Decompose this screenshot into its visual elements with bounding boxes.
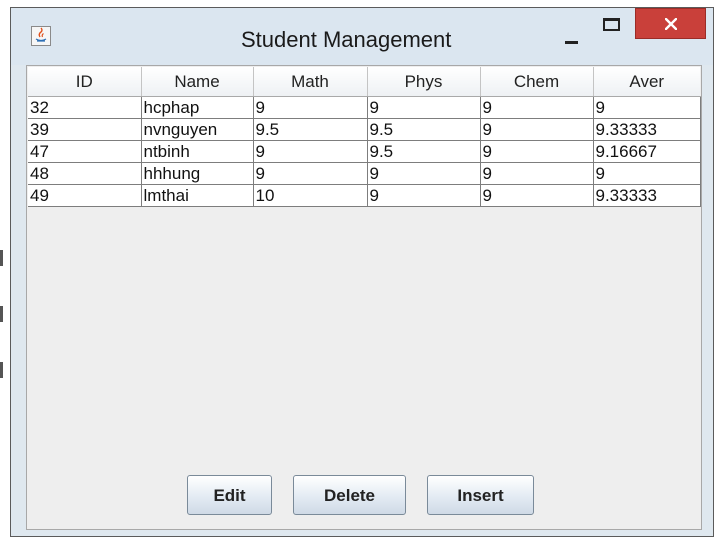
student-table[interactable]: ID Name Math Phys Chem Aver 32 hcphap 9 … <box>28 67 701 207</box>
cell-math[interactable]: 9.5 <box>253 118 368 141</box>
column-header-name[interactable]: Name <box>141 67 254 97</box>
cell-aver[interactable]: 9.33333 <box>593 118 701 141</box>
cell-phys[interactable]: 9.5 <box>367 140 481 163</box>
table-scroll-area[interactable]: ID Name Math Phys Chem Aver 32 hcphap 9 … <box>28 67 701 460</box>
cell-chem[interactable]: 9 <box>480 118 594 141</box>
cell-name[interactable]: ntbinh <box>141 140 254 163</box>
cell-name[interactable]: hcphap <box>141 96 254 119</box>
table-row[interactable]: 32 hcphap 9 9 9 9 <box>28 96 701 119</box>
insert-button[interactable]: Insert <box>427 475 534 515</box>
cell-phys[interactable]: 9.5 <box>367 118 481 141</box>
cell-phys[interactable]: 9 <box>367 184 481 207</box>
column-header-phys[interactable]: Phys <box>367 67 481 97</box>
cell-id[interactable]: 49 <box>28 184 142 207</box>
close-icon <box>665 18 677 30</box>
minimize-button[interactable] <box>557 22 587 48</box>
cell-phys[interactable]: 9 <box>367 162 481 185</box>
table-header-row: ID Name Math Phys Chem Aver <box>28 67 700 97</box>
cell-name[interactable]: hhhung <box>141 162 254 185</box>
cell-name[interactable]: nvnguyen <box>141 118 254 141</box>
cell-id[interactable]: 39 <box>28 118 142 141</box>
close-button[interactable] <box>635 8 706 39</box>
content-panel: ID Name Math Phys Chem Aver 32 hcphap 9 … <box>26 65 702 530</box>
table-row[interactable]: 48 hhhung 9 9 9 9 <box>28 162 701 185</box>
cell-aver[interactable]: 9.33333 <box>593 184 701 207</box>
cell-math[interactable]: 9 <box>253 140 368 163</box>
button-bar: Edit Delete Insert <box>27 475 701 515</box>
column-header-chem[interactable]: Chem <box>480 67 594 97</box>
column-header-id[interactable]: ID <box>28 67 142 97</box>
column-header-aver[interactable]: Aver <box>593 67 700 97</box>
cell-chem[interactable]: 9 <box>480 140 594 163</box>
java-app-icon[interactable] <box>31 26 51 46</box>
cell-id[interactable]: 32 <box>28 96 142 119</box>
cell-chem[interactable]: 9 <box>480 162 594 185</box>
window-title: Student Management <box>241 27 452 52</box>
cell-id[interactable]: 47 <box>28 140 142 163</box>
cell-name[interactable]: lmthai <box>141 184 254 207</box>
cell-aver[interactable]: 9.16667 <box>593 140 701 163</box>
edit-button[interactable]: Edit <box>187 475 272 515</box>
cell-chem[interactable]: 9 <box>480 184 594 207</box>
cell-math[interactable]: 10 <box>253 184 368 207</box>
maximize-button[interactable] <box>595 14 627 38</box>
cell-math[interactable]: 9 <box>253 162 368 185</box>
background-window-edge <box>0 0 6 541</box>
cell-aver[interactable]: 9 <box>593 162 701 185</box>
cell-id[interactable]: 48 <box>28 162 142 185</box>
cell-math[interactable]: 9 <box>253 96 368 119</box>
delete-button[interactable]: Delete <box>293 475 406 515</box>
column-header-math[interactable]: Math <box>253 67 368 97</box>
table-row[interactable]: 39 nvnguyen 9.5 9.5 9 9.33333 <box>28 118 701 141</box>
cell-aver[interactable]: 9 <box>593 96 701 119</box>
table-row[interactable]: 49 lmthai 10 9 9 9.33333 <box>28 184 701 207</box>
cell-phys[interactable]: 9 <box>367 96 481 119</box>
table-row[interactable]: 47 ntbinh 9 9.5 9 9.16667 <box>28 140 701 163</box>
student-management-window: Student Management ID Name Math Phys Che… <box>10 7 714 537</box>
cell-chem[interactable]: 9 <box>480 96 594 119</box>
title-bar[interactable]: Student Management <box>11 8 713 65</box>
